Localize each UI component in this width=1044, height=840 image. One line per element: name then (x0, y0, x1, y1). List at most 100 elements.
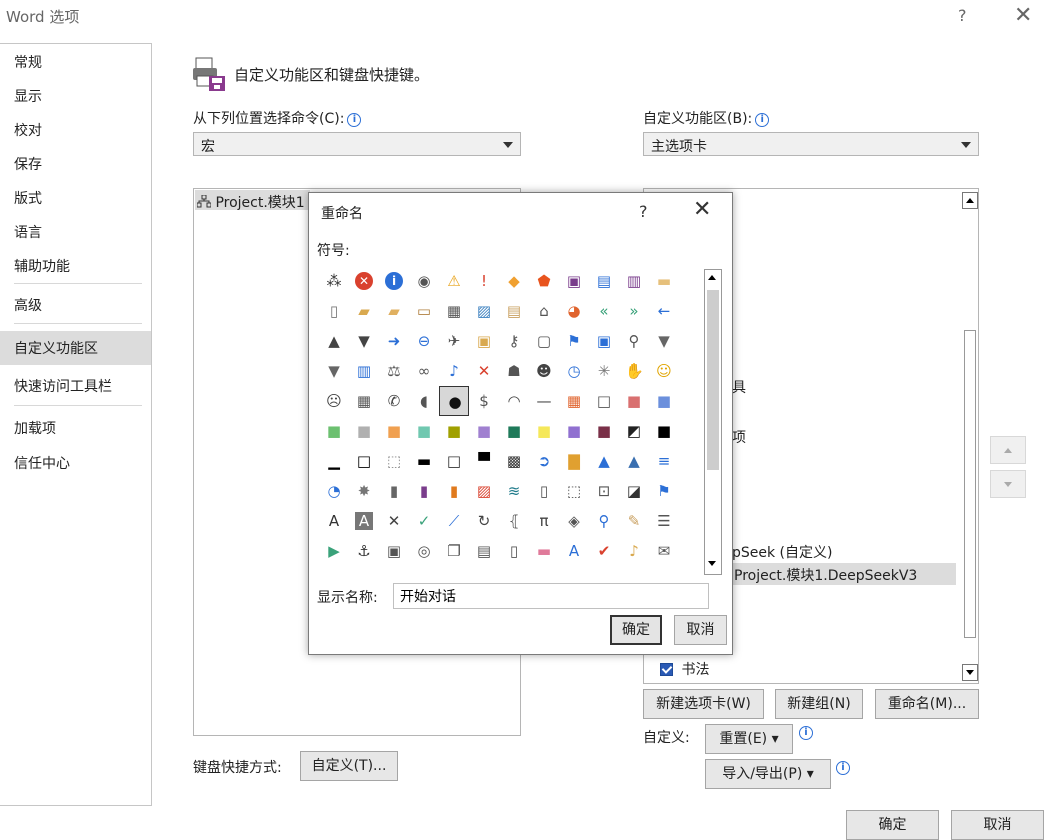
symbol-cell[interactable]: ⚖ (379, 356, 409, 386)
symbol-cell[interactable]: ▦ (559, 386, 589, 416)
symbol-cell[interactable]: ◪ (619, 476, 649, 506)
symbol-cell[interactable]: ▰ (379, 296, 409, 326)
symbol-cell[interactable]: ■ (619, 386, 649, 416)
tree-item-calligraphy[interactable]: 书法 (660, 659, 709, 679)
symbol-cell[interactable]: ✓ (409, 506, 439, 536)
symbol-cell[interactable]: ✕ (469, 356, 499, 386)
symbol-cell[interactable]: i (379, 266, 409, 296)
symbol-cell[interactable]: ⬚ (379, 446, 409, 476)
symbol-cell[interactable]: ▬ (409, 446, 439, 476)
scroll-down-button[interactable] (962, 664, 978, 681)
symbol-cell[interactable]: ▨ (469, 476, 499, 506)
symbol-cell[interactable]: ▦ (439, 296, 469, 326)
nav-item-customize-ribbon[interactable]: 自定义功能区 (14, 338, 98, 358)
symbol-cell[interactable]: ◖ (409, 386, 439, 416)
symbol-cell[interactable]: ▣ (559, 266, 589, 296)
tree-item-selected[interactable]: Project.模块1.DeepSeekV3 (734, 565, 917, 585)
new-group-button[interactable]: 新建组(N) (775, 689, 863, 719)
symbol-cell[interactable]: ▼ (349, 326, 379, 356)
scroll-thumb[interactable] (707, 290, 719, 470)
symbol-cell[interactable]: ▤ (499, 296, 529, 326)
symbol-cell[interactable]: π (529, 506, 559, 536)
symbol-cell[interactable]: ✸ (349, 476, 379, 506)
scroll-up-button[interactable] (962, 192, 978, 209)
info-icon[interactable]: i (833, 759, 850, 775)
symbol-cell[interactable]: ◕ (559, 296, 589, 326)
symbol-cell[interactable]: ■ (439, 416, 469, 446)
commands-from-dropdown[interactable]: 宏 (193, 132, 521, 156)
symbol-cell[interactable]: ▇ (559, 446, 589, 476)
list-item[interactable]: Project.模块1 (196, 192, 305, 212)
symbol-cell[interactable]: □ (589, 386, 619, 416)
symbol-cell[interactable]: ⚠ (439, 266, 469, 296)
symbol-cell[interactable]: ⚑ (649, 476, 679, 506)
symbol-cell[interactable]: □ (439, 446, 469, 476)
dialog-help-button[interactable]: ? (639, 202, 648, 221)
ribbon-tabs-dropdown[interactable]: 主选项卡 (643, 132, 979, 156)
symbol-cell[interactable]: ▣ (469, 326, 499, 356)
symbol-cell[interactable]: ▮ (379, 476, 409, 506)
symbol-cell[interactable]: ▤ (469, 536, 499, 566)
nav-item-general[interactable]: 常规 (14, 52, 42, 72)
symbol-cell[interactable]: ➜ (379, 326, 409, 356)
symbol-cell[interactable]: ◩ (619, 416, 649, 446)
symbol-cell[interactable]: ◈ (559, 506, 589, 536)
symbol-cell[interactable]: ▦ (349, 386, 379, 416)
symbol-cell[interactable]: A (559, 536, 589, 566)
symbol-cell[interactable]: ■ (559, 416, 589, 446)
nav-item-language[interactable]: 语言 (14, 222, 42, 242)
symbol-cell[interactable]: « (589, 296, 619, 326)
symbol-cell[interactable]: A (319, 506, 349, 536)
symbol-cell[interactable]: ■ (469, 416, 499, 446)
symbol-cell[interactable]: ◎ (409, 536, 439, 566)
symbol-cell[interactable]: ◠ (499, 386, 529, 416)
symbol-cell[interactable]: ▰ (349, 296, 379, 326)
tree-item-group[interactable]: pSeek (自定义) (732, 542, 832, 562)
symbol-cell[interactable]: ♪ (619, 536, 649, 566)
symbol-cell[interactable]: ⬚ (559, 476, 589, 506)
symbol-cell[interactable]: ⚲ (619, 326, 649, 356)
symbol-cell[interactable]: ▩ (499, 446, 529, 476)
symbol-cell[interactable]: ■ (349, 416, 379, 446)
customize-shortcuts-button[interactable]: 自定义(T)... (300, 751, 398, 781)
symbol-cell[interactable]: □ (349, 446, 379, 476)
symbol-cell[interactable]: ▢ (529, 326, 559, 356)
symbol-cell[interactable]: ✋ (619, 356, 649, 386)
import-export-button[interactable]: 导入/导出(P) ▾ (705, 759, 831, 789)
move-down-button[interactable] (990, 470, 1026, 498)
dialog-ok-button[interactable]: 确定 (610, 615, 662, 645)
symbol-cell[interactable]: ☹ (319, 386, 349, 416)
symbol-cell[interactable]: ⌂ (529, 296, 559, 326)
symbol-cell[interactable]: ☰ (649, 506, 679, 536)
symbol-cell[interactable]: ▶ (319, 536, 349, 566)
symbol-grid[interactable]: ⁂ ✕ i ◉ ⚠! ◆ ⬟ ▣ ▤ ▥ ▬ ▯ ▰ ▰ ▭ ▦ ▨ ▤ ⌂ ◕ « » ← ▲ ▼ ➜ ⊖ ✈ ▣ ⚷ ▢ ⚑ ▣ ⚲ ▼ ▼ ▥ ⚖ ∞… (315, 266, 703, 574)
symbol-cell[interactable]: ◷ (559, 356, 589, 386)
tree-item[interactable]: 项 (732, 427, 746, 447)
dialog-cancel-button[interactable]: 取消 (674, 615, 727, 645)
rename-button[interactable]: 重命名(M)... (875, 689, 979, 719)
symbol-cell[interactable]: ❐ (439, 536, 469, 566)
symbol-cell[interactable]: ∞ (409, 356, 439, 386)
symbol-cell[interactable]: ⟋ (439, 506, 469, 536)
tree-item[interactable]: 具 (732, 377, 746, 397)
symbol-cell[interactable]: ⁂ (319, 266, 349, 296)
symbol-cell[interactable]: ▁ (319, 446, 349, 476)
info-icon[interactable]: i (347, 113, 362, 127)
symbol-cell[interactable]: ■ (649, 416, 679, 446)
symbol-cell[interactable]: ✕ (379, 506, 409, 536)
symbol-cell[interactable]: ◆ (499, 266, 529, 296)
symbol-cell[interactable]: ⚷ (499, 326, 529, 356)
symbol-cell[interactable]: ♪ (439, 356, 469, 386)
symbol-cell[interactable]: ● (439, 386, 469, 416)
symbol-cell[interactable]: ▬ (649, 266, 679, 296)
symbol-cell[interactable]: » (619, 296, 649, 326)
symbol-cell[interactable]: ⚓ (349, 536, 379, 566)
nav-item-accessibility[interactable]: 辅助功能 (14, 256, 70, 276)
symbol-cell[interactable]: ↻ (469, 506, 499, 536)
info-icon[interactable]: i (796, 724, 813, 740)
symbol-cell[interactable]: ◔ (319, 476, 349, 506)
nav-item-proofing[interactable]: 校对 (14, 120, 42, 140)
symbol-cell[interactable]: ▼ (649, 326, 679, 356)
scroll-down-button[interactable] (705, 556, 721, 573)
symbol-cell[interactable]: ▲ (319, 326, 349, 356)
